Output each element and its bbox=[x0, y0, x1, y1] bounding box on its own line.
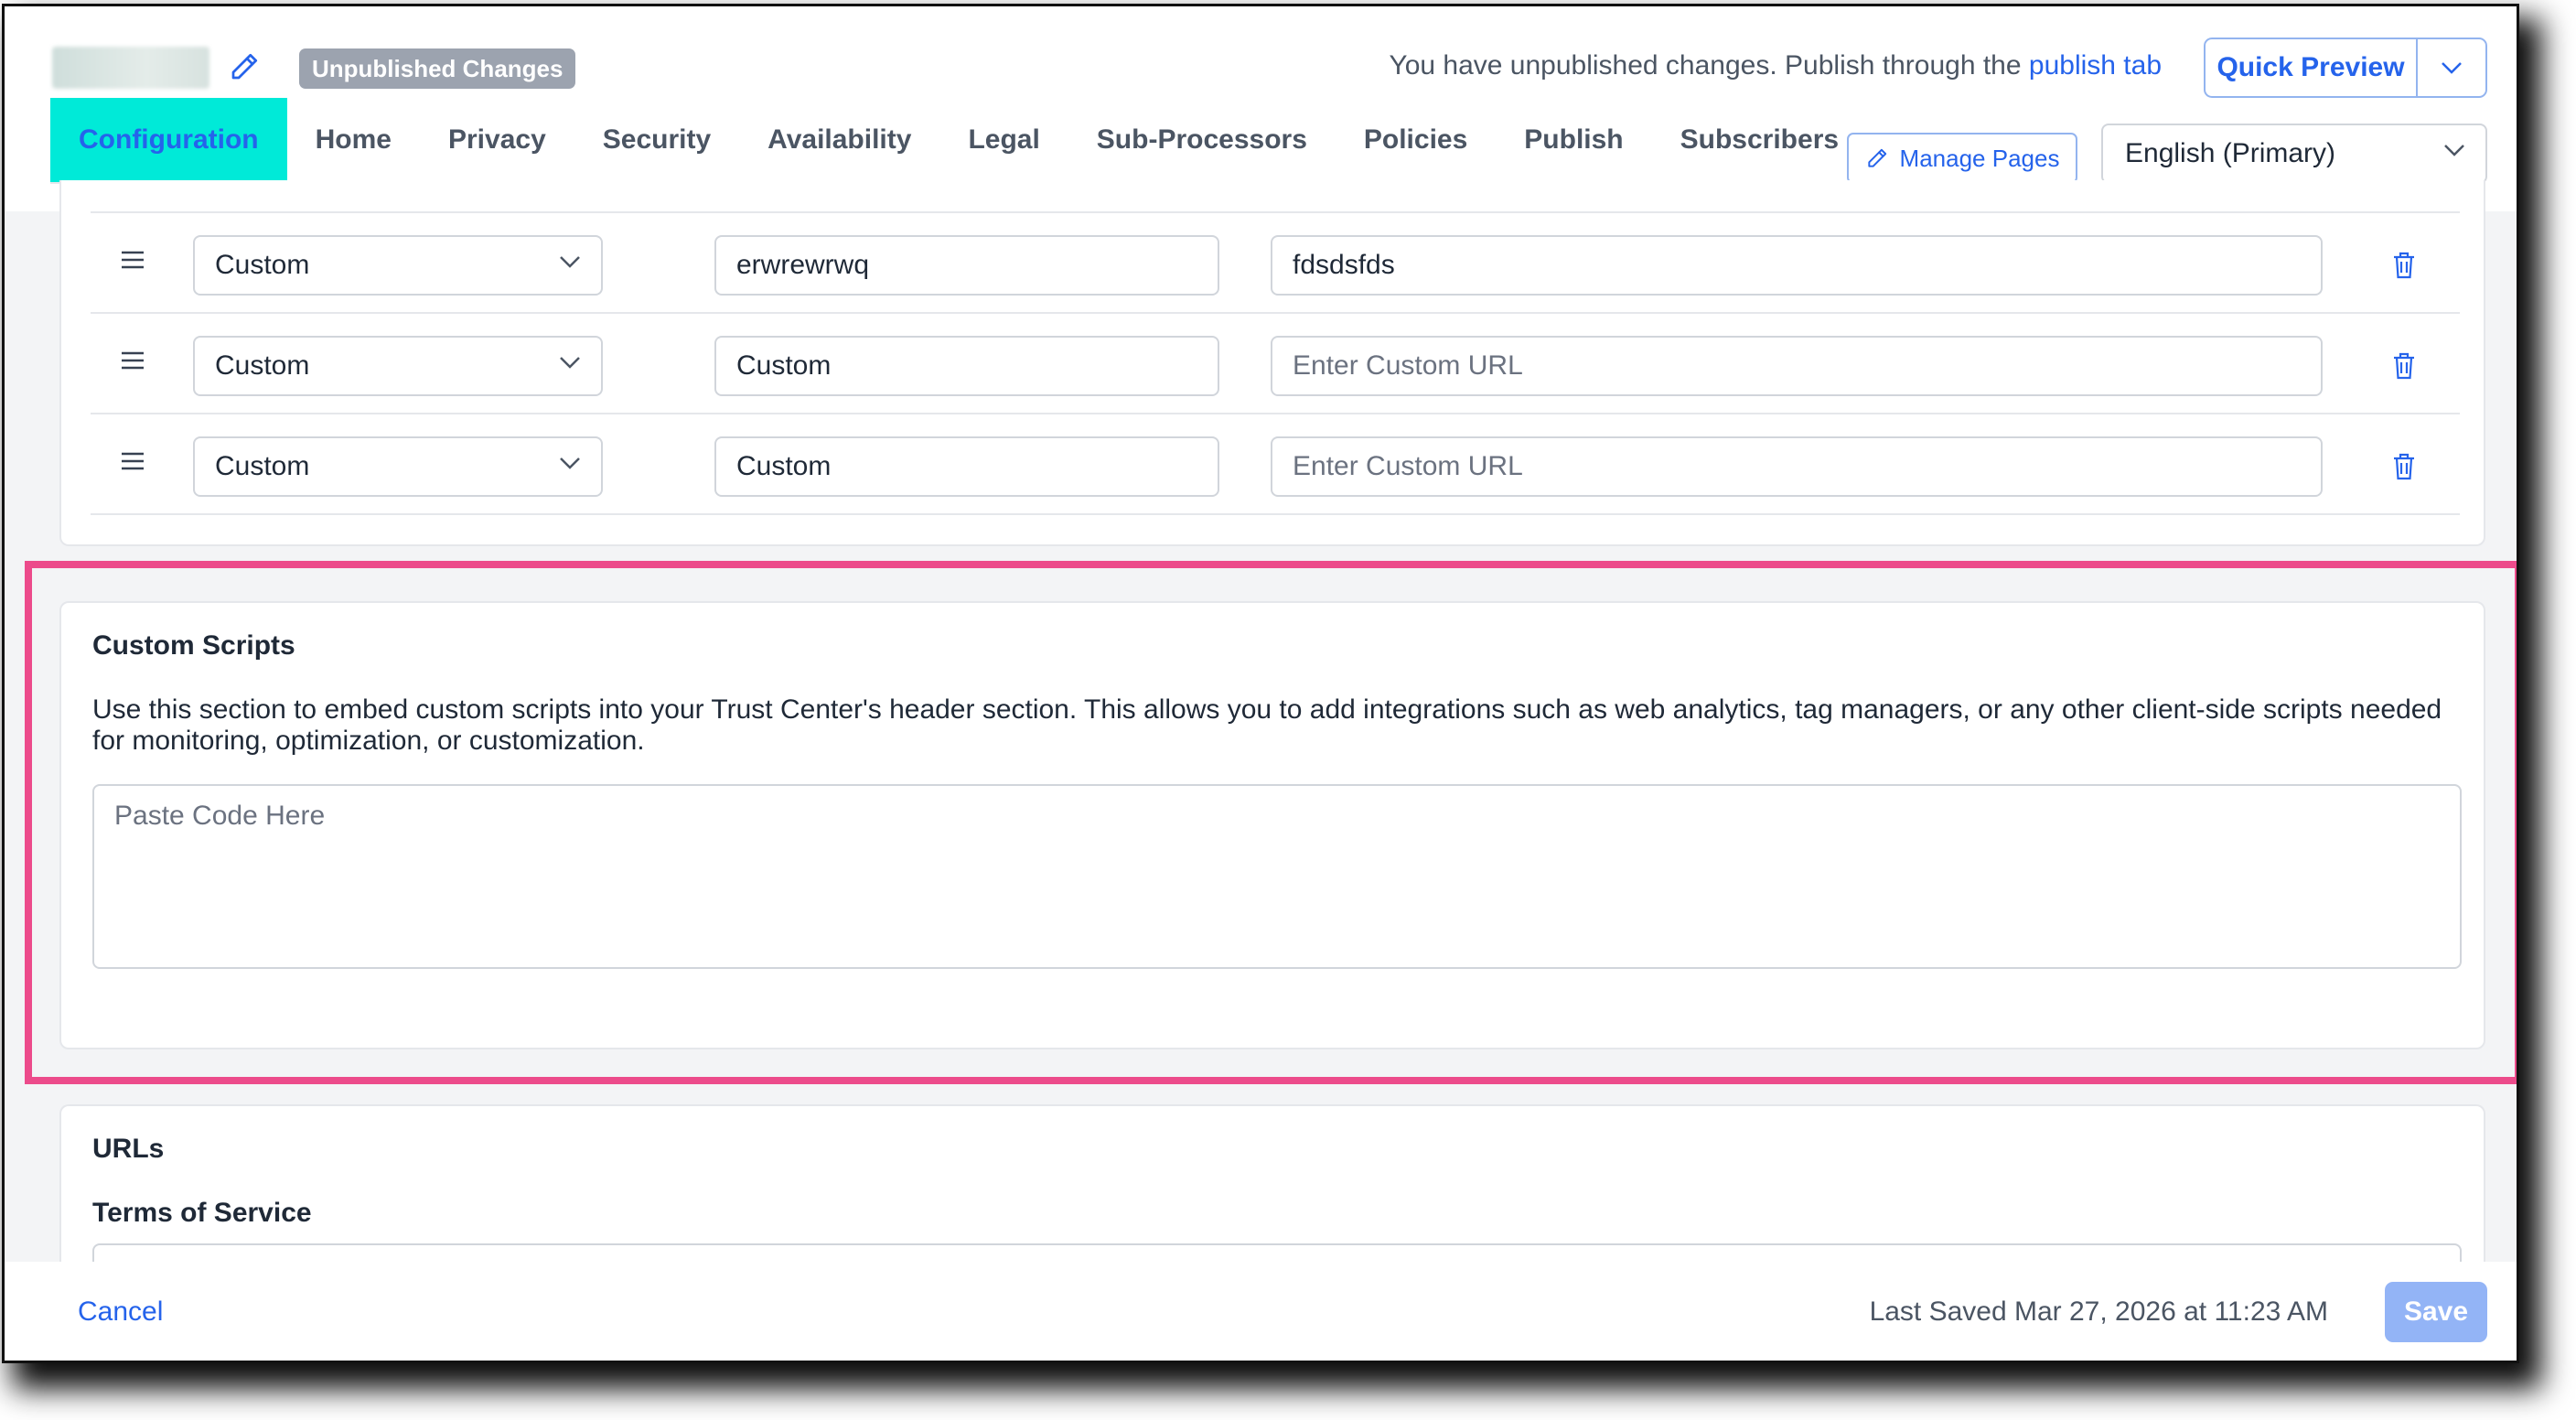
pencil-icon bbox=[1867, 148, 1886, 167]
chevron-down-icon bbox=[560, 457, 580, 469]
app-window: Unpublished Changes You have unpublished… bbox=[2, 4, 2519, 1363]
trash-icon[interactable] bbox=[2392, 453, 2416, 480]
manage-pages-label: Manage Pages bbox=[1899, 144, 2060, 172]
quick-preview-dropdown[interactable] bbox=[2416, 39, 2485, 96]
chevron-down-icon bbox=[560, 357, 580, 369]
link-url-input[interactable]: Enter Custom URL bbox=[1271, 336, 2323, 396]
company-logo bbox=[52, 47, 209, 89]
cancel-button[interactable]: Cancel bbox=[78, 1296, 163, 1328]
link-label-input[interactable]: Custom bbox=[714, 436, 1219, 497]
tab-publish[interactable]: Publish bbox=[1496, 98, 1651, 182]
tab-availability[interactable]: Availability bbox=[739, 98, 939, 182]
quick-preview-group: Quick Preview bbox=[2204, 38, 2487, 98]
language-value: English (Primary) bbox=[2125, 138, 2336, 168]
link-label-input[interactable]: Custom bbox=[714, 336, 1219, 396]
chevron-down-icon bbox=[560, 256, 580, 268]
tab-legal[interactable]: Legal bbox=[939, 98, 1068, 182]
save-button[interactable]: Save bbox=[2385, 1282, 2487, 1342]
manage-pages-button[interactable]: Manage Pages bbox=[1847, 133, 2077, 184]
chevron-down-icon bbox=[2444, 145, 2464, 156]
custom-links-card: Custom erwrewrwq fdsdsfds Custom Custom … bbox=[59, 180, 2485, 546]
row-divider bbox=[91, 513, 2460, 515]
notice-text: You have unpublished changes. Publish th… bbox=[1389, 50, 2022, 81]
tab-security[interactable]: Security bbox=[574, 98, 739, 182]
publish-tab-link[interactable]: publish tab bbox=[2029, 50, 2162, 81]
language-select[interactable]: English (Primary) bbox=[2101, 124, 2487, 184]
link-type-select[interactable]: Custom bbox=[193, 336, 603, 396]
unpublished-badge: Unpublished Changes bbox=[299, 48, 576, 89]
tab-privacy[interactable]: Privacy bbox=[420, 98, 574, 182]
urls-title: URLs bbox=[92, 1134, 165, 1164]
row-divider bbox=[91, 413, 2460, 414]
link-url-input[interactable]: fdsdsfds bbox=[1271, 235, 2323, 296]
tab-subscribers[interactable]: Subscribers bbox=[1652, 98, 1867, 182]
urls-card: URLs Terms of Service bbox=[59, 1104, 2485, 1298]
unpublished-notice: You have unpublished changes. Publish th… bbox=[1389, 50, 2162, 81]
footer-bar: Cancel Last Saved Mar 27, 2026 at 11:23 … bbox=[5, 1262, 2517, 1361]
link-label-input[interactable]: erwrewrwq bbox=[714, 235, 1219, 296]
tab-bar: Configuration Home Privacy Security Avai… bbox=[50, 98, 1867, 182]
tab-configuration[interactable]: Configuration bbox=[50, 98, 287, 182]
drag-handle-icon[interactable] bbox=[120, 250, 145, 270]
tab-home[interactable]: Home bbox=[287, 98, 420, 182]
trash-icon[interactable] bbox=[2392, 352, 2416, 380]
link-type-value: Custom bbox=[215, 250, 310, 280]
link-type-select[interactable]: Custom bbox=[193, 235, 603, 296]
chevron-down-icon bbox=[2442, 62, 2462, 74]
row-divider bbox=[91, 312, 2460, 314]
link-type-value: Custom bbox=[215, 451, 310, 481]
tab-policies[interactable]: Policies bbox=[1336, 98, 1496, 182]
row-divider bbox=[91, 211, 2460, 213]
drag-handle-icon[interactable] bbox=[120, 350, 145, 371]
link-type-select[interactable]: Custom bbox=[193, 436, 603, 497]
terms-of-service-label: Terms of Service bbox=[92, 1198, 312, 1228]
link-url-input[interactable]: Enter Custom URL bbox=[1271, 436, 2323, 497]
drag-handle-icon[interactable] bbox=[120, 451, 145, 471]
highlight-box bbox=[25, 561, 2517, 1084]
link-type-value: Custom bbox=[215, 350, 310, 381]
trash-icon[interactable] bbox=[2392, 252, 2416, 279]
pencil-icon[interactable] bbox=[228, 50, 261, 83]
quick-preview-button[interactable]: Quick Preview bbox=[2206, 39, 2416, 96]
tab-sub-processors[interactable]: Sub-Processors bbox=[1068, 98, 1336, 182]
last-saved-status: Last Saved Mar 27, 2026 at 11:23 AM bbox=[1869, 1296, 2328, 1327]
